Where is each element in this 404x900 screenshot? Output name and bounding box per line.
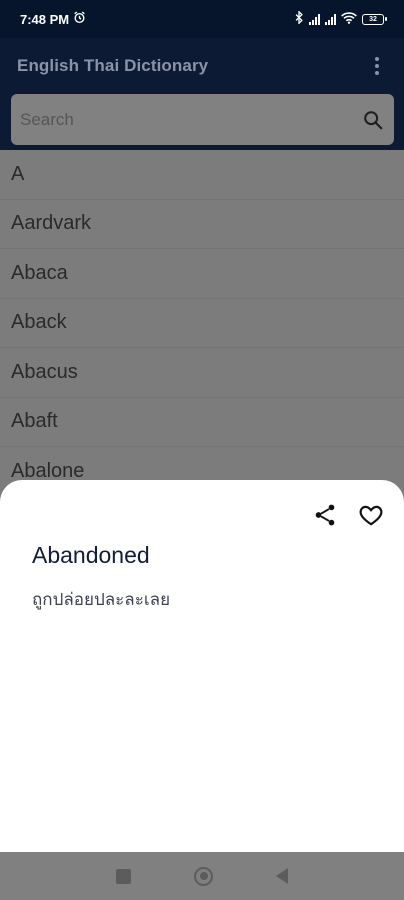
recent-apps-icon[interactable] bbox=[116, 868, 131, 884]
more-options-icon[interactable] bbox=[367, 54, 387, 78]
list-item[interactable]: Abaca bbox=[0, 249, 404, 299]
list-item[interactable]: A bbox=[0, 150, 404, 200]
system-nav-bar bbox=[0, 852, 404, 900]
cellular-signal-icon bbox=[309, 13, 320, 25]
wifi-icon bbox=[341, 11, 357, 27]
search-box[interactable] bbox=[11, 94, 394, 145]
list-item[interactable]: Aback bbox=[0, 299, 404, 348]
home-icon[interactable] bbox=[194, 866, 213, 886]
bluetooth-icon bbox=[294, 10, 304, 27]
sheet-actions bbox=[312, 502, 384, 528]
list-item[interactable]: Abaft bbox=[0, 398, 404, 447]
list-item[interactable]: Abacus bbox=[0, 348, 404, 398]
favorite-heart-icon[interactable] bbox=[358, 502, 384, 528]
battery-icon: 32 bbox=[362, 13, 387, 25]
status-bar: 7:48 PM 32 bbox=[0, 0, 404, 38]
word-list: A Aardvark Abaca Aback Abacus Abaft Abal… bbox=[0, 150, 404, 480]
status-time: 7:48 PM bbox=[20, 11, 70, 27]
search-area bbox=[0, 94, 404, 150]
search-input[interactable] bbox=[20, 109, 362, 130]
list-item[interactable]: Aardvark bbox=[0, 200, 404, 249]
word-detail-sheet: Abandoned ถูกปล่อยปละละเลย bbox=[0, 480, 404, 852]
app-title: English Thai Dictionary bbox=[17, 56, 209, 75]
battery-level: 32 bbox=[369, 15, 377, 23]
word-translation: ถูกปล่อยปละละเลย bbox=[32, 590, 171, 610]
app-bar: English Thai Dictionary bbox=[0, 38, 404, 94]
back-icon[interactable] bbox=[276, 868, 288, 884]
list-item[interactable]: Abalone bbox=[0, 447, 404, 480]
alarm-icon bbox=[73, 11, 86, 27]
search-icon[interactable] bbox=[362, 109, 384, 131]
share-icon[interactable] bbox=[312, 502, 338, 528]
cellular-signal-2-icon bbox=[325, 13, 336, 25]
word-title: Abandoned bbox=[32, 542, 150, 568]
